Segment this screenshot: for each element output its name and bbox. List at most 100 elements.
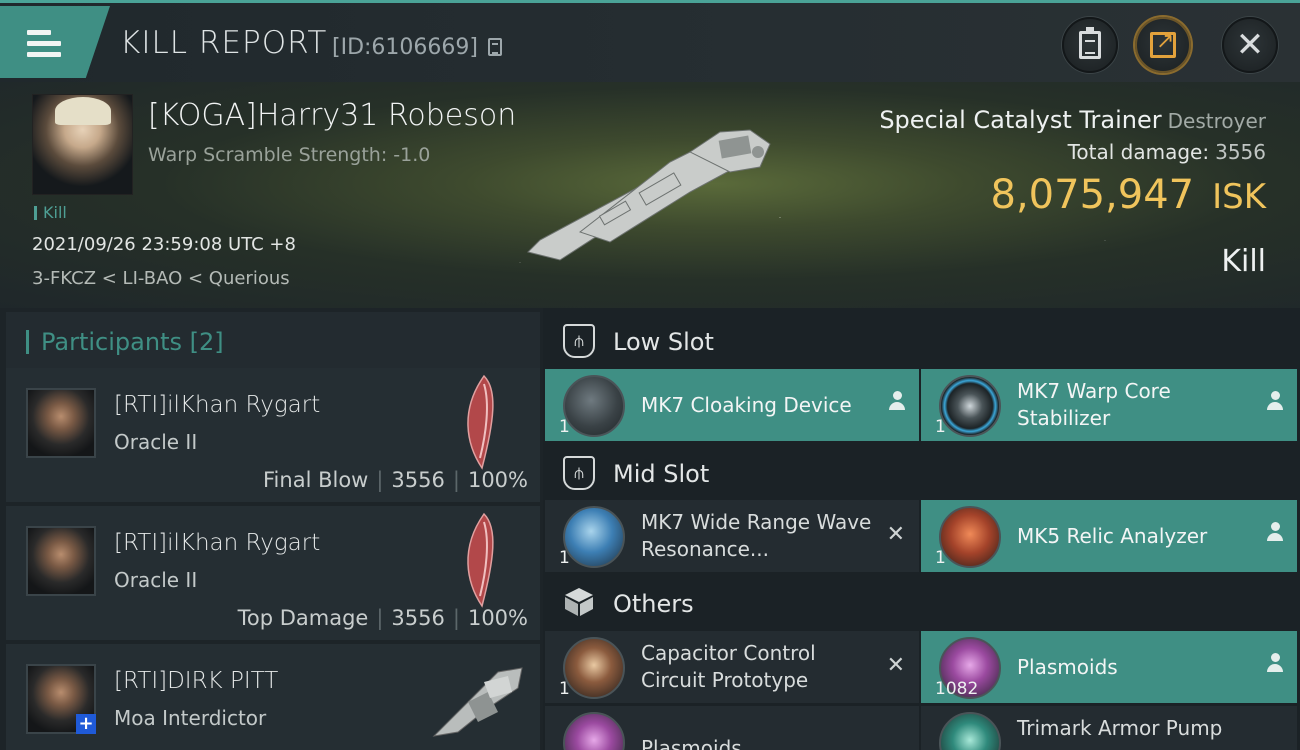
slot-item[interactable]: Plasmoids (545, 706, 919, 750)
menu-button[interactable] (0, 6, 110, 78)
destroyed-x-icon: ✕ (886, 653, 905, 678)
participant-portrait[interactable] (26, 388, 96, 458)
item-name: Plasmoids (1017, 654, 1118, 679)
participant-name: [RTI]DIRK PITT (114, 668, 279, 694)
item-name: Plasmoids (641, 736, 742, 750)
total-damage-label: Total damage: (1067, 140, 1210, 164)
others-label: Others (613, 590, 694, 618)
victim-ship-type[interactable]: Special Catalyst Trainer Destroyer (879, 106, 1266, 134)
dropped-person-icon (1267, 391, 1283, 413)
slot-item[interactable]: 1 MK5 Relic Analyzer (921, 500, 1297, 572)
item-name: MK7 Cloaking Device (641, 392, 852, 417)
participant-role: Final Blow (263, 468, 369, 492)
page-title: KILL REPORT (120, 25, 328, 61)
dropped-person-icon (1267, 522, 1283, 544)
participant-row[interactable]: [RTI]ilKhan Rygart Oracle II Final Blow |… (6, 368, 540, 502)
low-slot-label: Low Slot (613, 328, 714, 356)
participant-portrait[interactable] (26, 526, 96, 596)
item-quantity: 1082 (935, 679, 979, 699)
fitting-panel: ⫛ Low Slot 1 MK7 Cloaking Device 1 MK7 W… (543, 308, 1300, 750)
participant-stats: Final Blow | 3556 | 100% (263, 468, 528, 492)
item-quantity: 1 (559, 417, 570, 437)
kill-tag: Kill (34, 205, 67, 221)
participant-damage: 3556 (391, 606, 445, 630)
participant-row[interactable]: + [RTI]DIRK PITT Moa Interdictor (6, 644, 540, 750)
report-id: [ID:6106669] (332, 35, 478, 60)
item-name: MK7 Wide Range Wave Resonance... (641, 510, 872, 561)
item-name: Capacitor Control Circuit Prototype (641, 641, 816, 692)
victim-ship-class: Destroyer (1167, 109, 1266, 133)
item-quantity: 1 (935, 417, 946, 437)
participant-row[interactable]: [RTI]ilKhan Rygart Oracle II Top Damage |… (6, 506, 540, 640)
wave-resonance-icon (563, 506, 625, 568)
participant-role: Top Damage (237, 606, 369, 630)
isk-unit: ISK (1212, 177, 1266, 217)
top-bar: KILL REPORT [ID:6106669] ✕ (0, 0, 1300, 82)
kill-result: Kill (1221, 244, 1266, 279)
victim-banner: [KOGA]Harry31 Robeson Warp Scramble Stre… (0, 82, 1300, 308)
participant-ship: Oracle II (114, 430, 198, 454)
others-header: Others (543, 574, 1300, 634)
low-slot-header: ⫛ Low Slot (543, 312, 1300, 372)
participant-ship-image (467, 512, 494, 608)
victim-name[interactable]: [KOGA]Harry31 Robeson (148, 98, 516, 133)
participant-percent: 100% (467, 606, 528, 630)
dropped-person-icon (889, 391, 905, 413)
copy-icon[interactable] (488, 38, 502, 56)
participant-ship: Moa Interdictor (114, 706, 267, 730)
dropped-person-icon (1267, 653, 1283, 675)
plasmoids-icon (563, 712, 625, 750)
close-icon: ✕ (1235, 25, 1265, 65)
kill-location[interactable]: 3-FKCZ < LI-BAO < Querious (32, 268, 290, 289)
item-name: Trimark Armor Pump (1017, 715, 1223, 740)
share-button[interactable] (1135, 17, 1191, 73)
victim-ship-image (527, 129, 771, 261)
slot-item[interactable]: 1 MK7 Warp Core Stabilizer (921, 369, 1297, 441)
cube-icon (565, 588, 593, 616)
participants-panel: Participants [2] [RTI]ilKhan Rygart Orac… (0, 308, 543, 750)
hamburger-icon (27, 30, 61, 58)
item-name: MK7 Warp Core Stabilizer (1017, 379, 1171, 430)
slot-item[interactable]: 1 MK7 Wide Range Wave Resonance... ✕ (545, 500, 919, 572)
participant-name: [RTI]ilKhan Rygart (114, 530, 321, 556)
slot-item[interactable]: 1 MK7 Cloaking Device (545, 369, 919, 441)
warp-core-stabilizer-icon (939, 375, 1001, 437)
isk-amount: 8,075,947 (990, 172, 1195, 218)
close-button[interactable]: ✕ (1222, 17, 1278, 73)
mid-slot-header: ⫛ Mid Slot (543, 444, 1300, 504)
cloaking-device-icon (563, 375, 625, 437)
isk-value: 8,075,947 ISK (991, 172, 1266, 218)
item-quantity: 1 (935, 548, 946, 568)
relic-analyzer-icon (939, 506, 1001, 568)
clipboard-button[interactable] (1062, 17, 1118, 73)
slot-item[interactable]: 1 Capacitor Control Circuit Prototype ✕ (545, 631, 919, 703)
victim-portrait[interactable] (32, 94, 133, 195)
participants-title: Participants [2] (26, 330, 224, 354)
total-damage-value: 3556 (1215, 140, 1266, 164)
capacitor-circuit-icon (563, 637, 625, 699)
item-quantity: 1 (559, 679, 570, 699)
participant-ship-image (467, 374, 494, 470)
item-quantity: 1 (559, 548, 570, 568)
armor-pump-icon (939, 712, 1001, 750)
total-damage: Total damage: 3556 (1068, 140, 1266, 164)
victim-ship-name: Special Catalyst Trainer (879, 106, 1162, 134)
warp-scramble-strength: Warp Scramble Strength: -1.0 (148, 144, 431, 166)
slot-item[interactable]: 1082 Plasmoids (921, 631, 1297, 703)
low-slot-icon: ⫛ (563, 324, 595, 358)
slot-item[interactable]: Trimark Armor Pump (921, 706, 1297, 750)
participant-stats: Top Damage | 3556 | 100% (237, 606, 528, 630)
plus-badge-icon: + (76, 714, 96, 734)
participant-name: [RTI]ilKhan Rygart (114, 392, 321, 418)
kill-timestamp: 2021/09/26 23:59:08 UTC +8 (32, 234, 296, 255)
participant-percent: 100% (467, 468, 528, 492)
participant-ship-image (432, 667, 523, 737)
mid-slot-icon: ⫛ (563, 456, 595, 490)
destroyed-x-icon: ✕ (886, 522, 905, 547)
clipboard-icon (1079, 27, 1101, 59)
mid-slot-label: Mid Slot (613, 460, 710, 488)
participant-portrait[interactable]: + (26, 664, 96, 734)
participants-header: Participants [2] (6, 312, 540, 372)
participant-ship: Oracle II (114, 568, 198, 592)
item-name: MK5 Relic Analyzer (1017, 523, 1208, 548)
